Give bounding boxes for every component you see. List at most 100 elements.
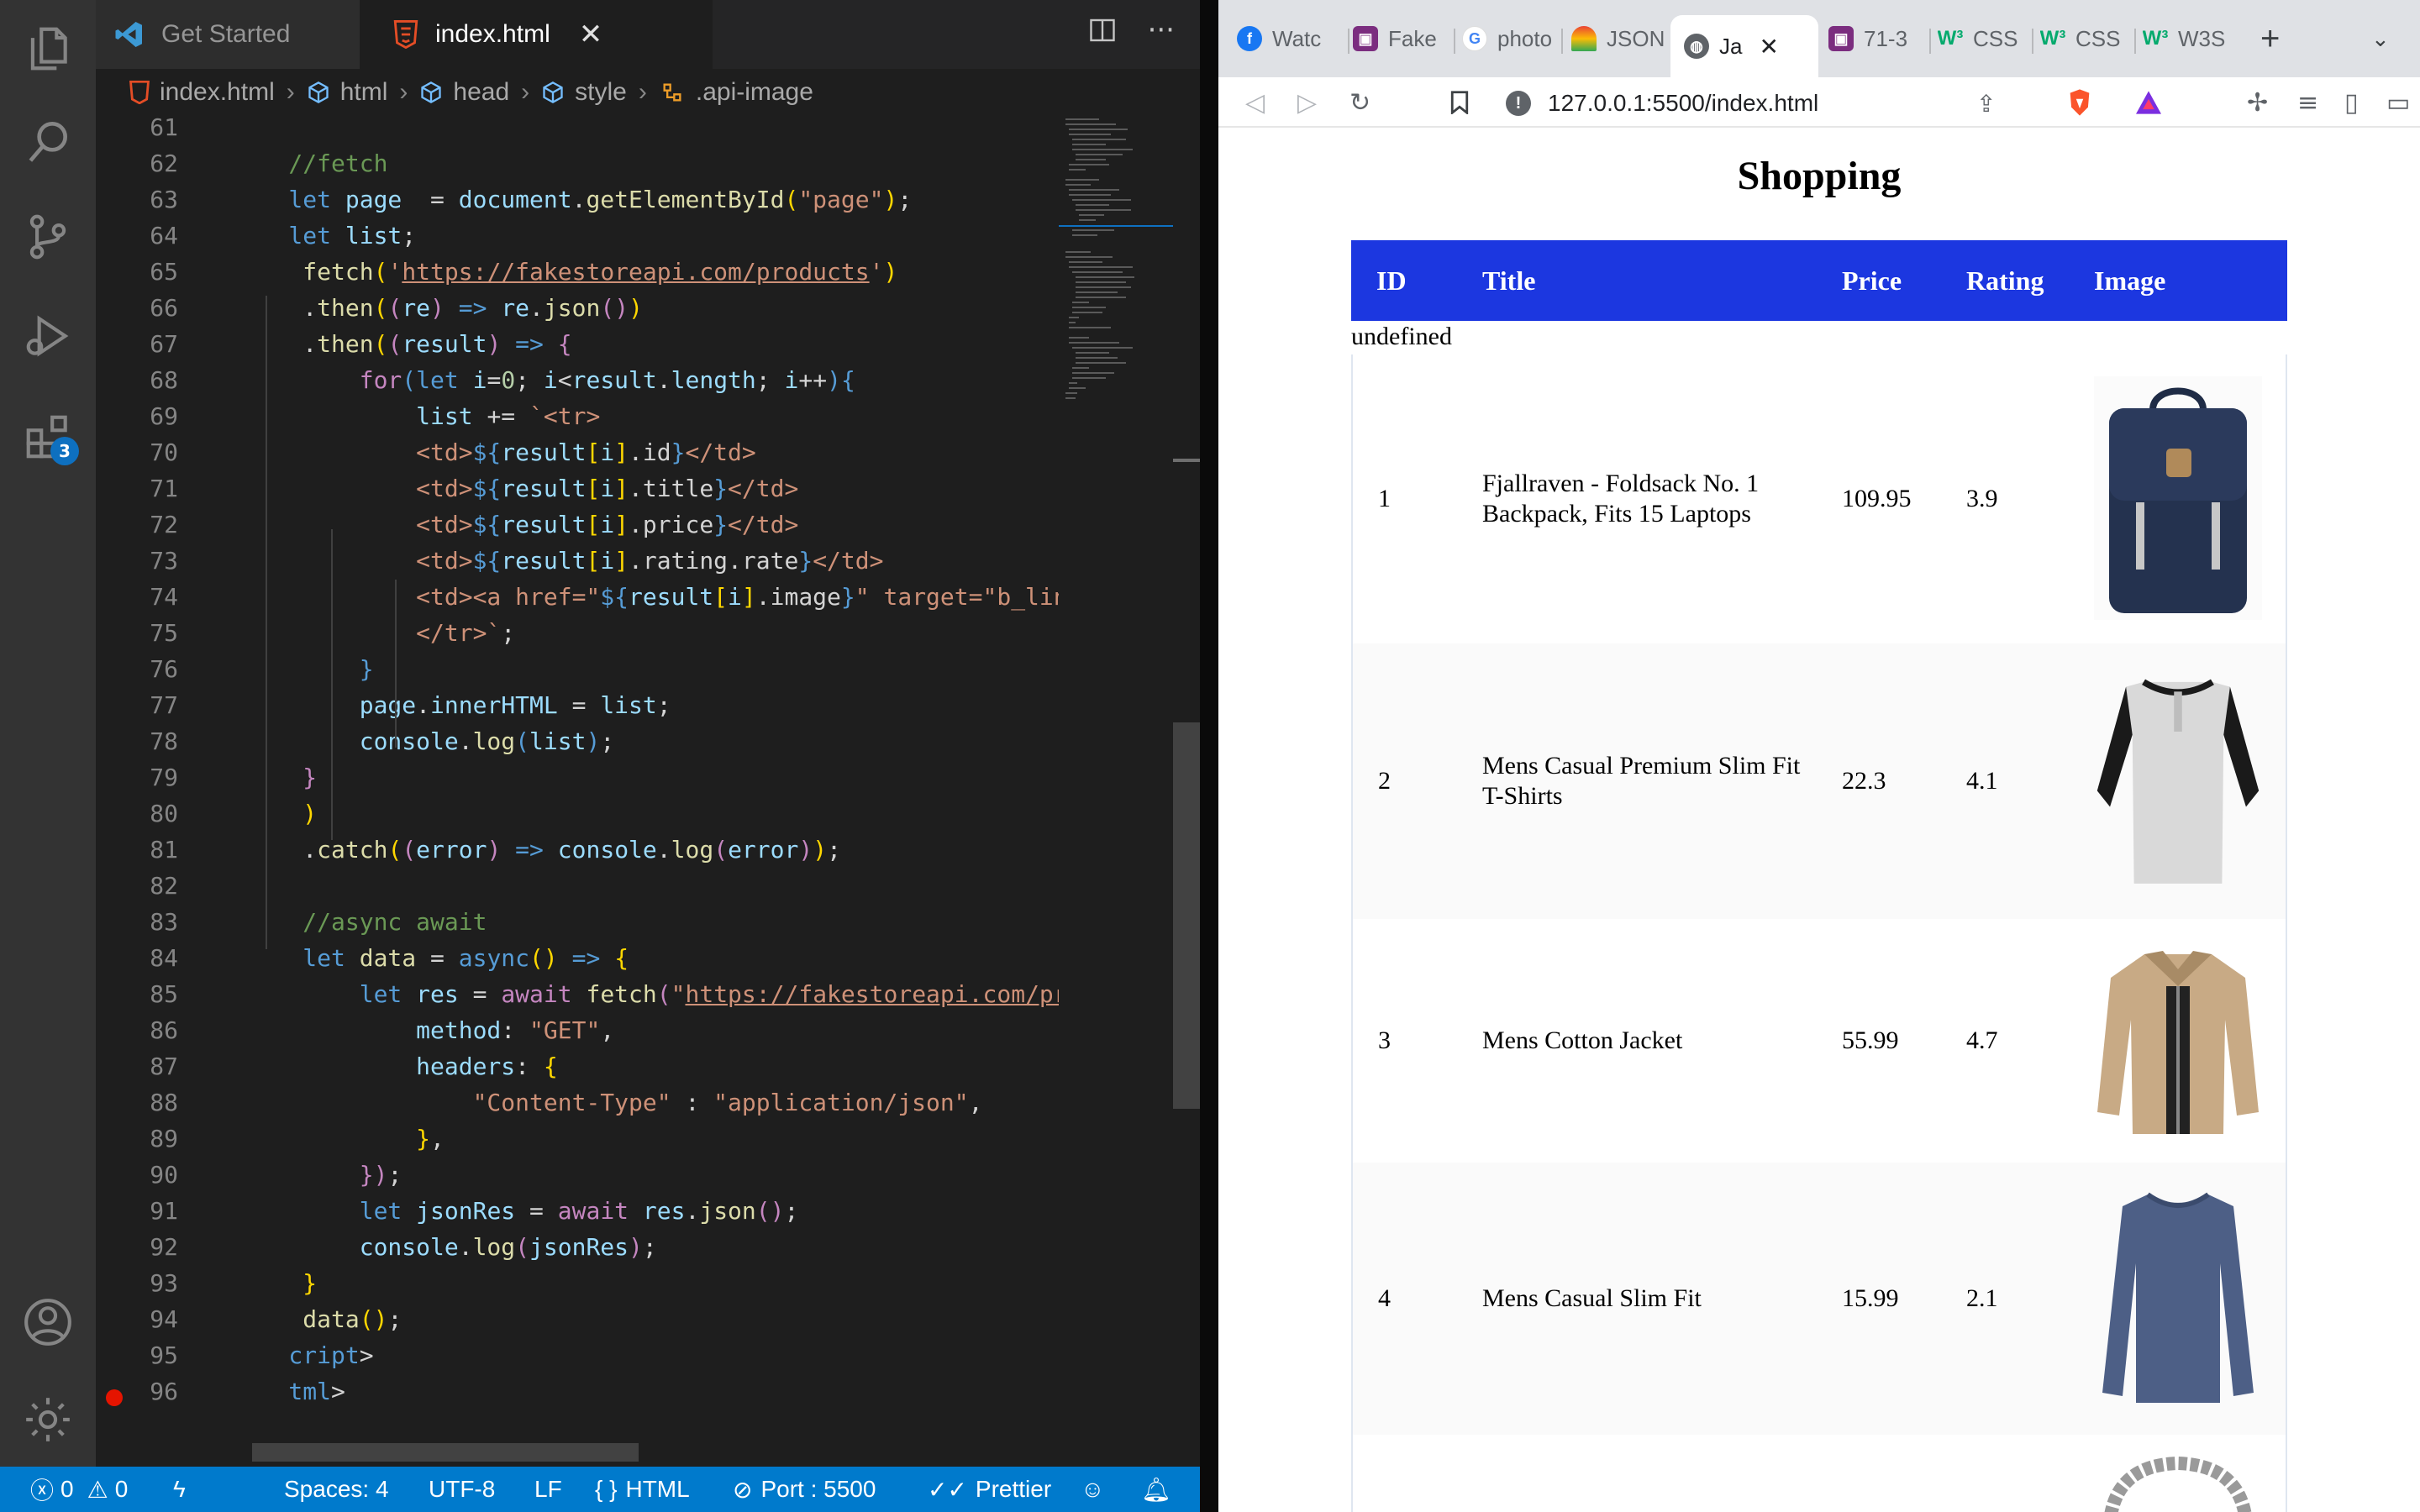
site-info-icon[interactable]: ! <box>1506 91 1531 116</box>
encoding-button[interactable]: UTF-8 <box>429 1467 495 1512</box>
code-line[interactable]: 73 <td>${result[i].rating.rate}</td> <box>96 543 1059 579</box>
browser-tab[interactable]: f Watc <box>1237 15 1344 62</box>
browser-tab[interactable]: ▣ 71-3 <box>1828 15 1928 62</box>
tab-get-started[interactable]: Get Started <box>96 0 360 69</box>
close-tab-icon[interactable]: ✕ <box>579 18 603 51</box>
product-image-link[interactable] <box>2094 1183 2262 1415</box>
browser-tab[interactable]: W³ CSS <box>2040 15 2133 62</box>
browser-tab[interactable]: W³ W3S <box>2143 15 2237 62</box>
run-debug-icon[interactable] <box>0 294 96 378</box>
account-icon[interactable] <box>0 1280 96 1364</box>
problems-indicator[interactable]: ⓧ 0 ⚠ 0 <box>30 1467 128 1512</box>
code-line[interactable]: 79 } <box>96 759 1059 795</box>
code-line[interactable]: 89 }, <box>96 1121 1059 1157</box>
code-line[interactable]: 82 <box>96 868 1059 904</box>
tab-search-chevron-icon[interactable]: ⌄ <box>2371 15 2405 62</box>
code-line[interactable]: 95 cript> <box>96 1337 1059 1373</box>
code-line[interactable]: 74 <td><a href="${result[i].image}" targ… <box>96 579 1059 615</box>
breadcrumb-item[interactable]: head <box>453 78 509 107</box>
forward-icon[interactable]: ▷ <box>1297 77 1317 128</box>
lightning-icon[interactable]: ϟ <box>173 1467 186 1512</box>
brave-rewards-icon[interactable] <box>2134 77 2163 128</box>
wallet-icon[interactable]: ▭ <box>2386 77 2410 128</box>
tab-index-html[interactable]: index.html ✕ <box>360 0 713 69</box>
code-line[interactable]: 86 method: "GET", <box>96 1012 1059 1048</box>
code-line[interactable]: 66 .then((re) => re.json()) <box>96 290 1059 326</box>
code-line[interactable]: 96 tml> <box>96 1373 1059 1410</box>
live-server-port-button[interactable]: ⊘ Port : 5500 <box>733 1467 876 1512</box>
code-area[interactable]: 61 62 //fetch 63 let page = document.getEl… <box>96 109 1059 1462</box>
code-line[interactable]: 64 let list; <box>96 218 1059 254</box>
browser-tab[interactable]: ▣ Fake <box>1353 15 1469 62</box>
sidebar-toggle-icon[interactable]: ▯ <box>2344 77 2359 128</box>
code-line[interactable]: 84 let data = async() => { <box>96 940 1059 976</box>
browser-tab[interactable]: G photo <box>1462 15 1566 62</box>
line-number: 88 <box>150 1089 178 1116</box>
code-line[interactable]: 85 let res = await fetch("https://fakest… <box>96 976 1059 1012</box>
close-tab-icon[interactable]: ✕ <box>1759 33 1778 60</box>
code-line[interactable]: 92 console.log(jsonRes); <box>96 1229 1059 1265</box>
feedback-icon[interactable]: ☺ <box>1081 1467 1105 1512</box>
source-control-icon[interactable] <box>0 195 96 279</box>
new-tab-plus-icon[interactable]: + <box>2260 15 2302 62</box>
code-line[interactable]: 91 let jsonRes = await res.json(); <box>96 1193 1059 1229</box>
code-line[interactable]: 68 for(let i=0; i<result.length; i++){ <box>96 362 1059 398</box>
code-line[interactable]: 67 .then((result) => { <box>96 326 1059 362</box>
address-bar[interactable]: ! 127.0.0.1:5500/index.html ⇪ <box>1497 84 2059 123</box>
eol-button[interactable]: LF <box>534 1467 562 1512</box>
code-line[interactable]: 90 }); <box>96 1157 1059 1193</box>
code-line[interactable]: 88 "Content-Type" : "application/json", <box>96 1084 1059 1121</box>
search-icon[interactable] <box>0 99 96 183</box>
code-line[interactable]: 77 page.innerHTML = list; <box>96 687 1059 723</box>
code-line[interactable]: 71 <td>${result[i].title}</td> <box>96 470 1059 507</box>
product-image-link[interactable] <box>2094 944 2262 1137</box>
code-line[interactable]: 80 ) <box>96 795 1059 832</box>
browser-tab-active[interactable]: ◍ Ja ✕ <box>1670 15 1818 77</box>
media-queue-icon[interactable]: ≡ <box>2297 77 2318 128</box>
browser-tab[interactable]: JSON <box>1571 15 1672 62</box>
code-line[interactable]: 63 let page = document.getElementById("p… <box>96 181 1059 218</box>
extensions-puzzle-icon[interactable]: ✢ <box>2247 77 2268 128</box>
more-actions-icon[interactable]: ··· <box>1148 15 1175 49</box>
reload-icon[interactable]: ↻ <box>1349 77 1370 128</box>
breakpoint-dot-icon[interactable] <box>106 1389 123 1406</box>
product-image-link[interactable] <box>2094 665 2262 897</box>
brave-shield-icon[interactable] <box>2067 77 2092 128</box>
code-line[interactable]: 69 list += `<tr> <box>96 398 1059 434</box>
browser-tab[interactable]: W³ CSS <box>1938 15 2030 62</box>
explorer-icon[interactable] <box>0 7 96 91</box>
code-line[interactable]: 94 data(); <box>96 1301 1059 1337</box>
bookmark-icon[interactable] <box>1450 77 1469 128</box>
code-line[interactable]: 72 <td>${result[i].price}</td> <box>96 507 1059 543</box>
settings-gear-icon[interactable] <box>0 1378 96 1462</box>
code-line[interactable]: 75 </tr>`; <box>96 615 1059 651</box>
code-line[interactable]: 76 } <box>96 651 1059 687</box>
breadcrumb-item[interactable]: html <box>340 78 388 107</box>
code-line[interactable]: 93 } <box>96 1265 1059 1301</box>
breadcrumb-item[interactable]: style <box>575 78 627 107</box>
code-line[interactable]: 81 .catch((error) => console.log(error))… <box>96 832 1059 868</box>
code-line[interactable]: 78 console.log(list); <box>96 723 1059 759</box>
code-line[interactable]: 87 headers: { <box>96 1048 1059 1084</box>
code-line[interactable]: 62 //fetch <box>96 145 1059 181</box>
notifications-bell-icon[interactable]: 🔔︎ <box>1141 1467 1171 1512</box>
breadcrumb-item[interactable]: .api-image <box>696 78 813 107</box>
product-image-link[interactable] <box>2094 376 2262 620</box>
breadcrumb-item[interactable]: index.html <box>160 78 275 107</box>
minimap[interactable] <box>1059 109 1173 1462</box>
horizontal-scroll-thumb[interactable] <box>252 1443 639 1462</box>
long-sleeve-shirt-image <box>2102 1192 2254 1403</box>
vertical-scroll-thumb[interactable] <box>1173 722 1200 1109</box>
code-line[interactable]: 61 <box>96 109 1059 145</box>
share-icon[interactable]: ⇪ <box>1976 90 1996 118</box>
language-mode-button[interactable]: { } HTML <box>595 1467 690 1512</box>
prettier-button[interactable]: ✓✓ Prettier <box>928 1467 1051 1512</box>
code-line[interactable]: 83 //async await <box>96 904 1059 940</box>
product-image-link[interactable] <box>2094 1457 2262 1512</box>
indentation-button[interactable]: Spaces: 4 <box>284 1467 389 1512</box>
split-editor-icon[interactable] <box>1087 15 1118 49</box>
back-icon[interactable]: ◁ <box>1245 77 1265 128</box>
extensions-icon[interactable] <box>0 395 96 479</box>
code-line[interactable]: 70 <td>${result[i].id}</td> <box>96 434 1059 470</box>
code-line[interactable]: 65 fetch('https://fakestoreapi.com/produ… <box>96 254 1059 290</box>
